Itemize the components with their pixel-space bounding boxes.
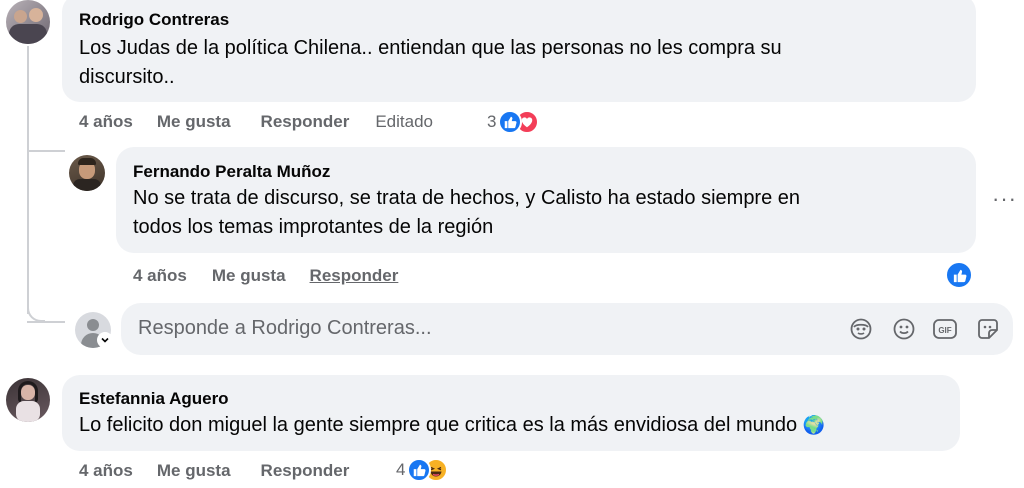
reply-button[interactable]: Responder <box>261 112 350 132</box>
thread-curve <box>27 290 45 322</box>
avatar-rodrigo[interactable] <box>6 0 50 44</box>
like-button[interactable]: Me gusta <box>212 266 286 286</box>
comment-author[interactable]: Fernando Peralta Muñoz <box>133 161 330 183</box>
avatar-estefannia[interactable] <box>6 378 50 422</box>
avatar-fernando[interactable] <box>69 155 105 191</box>
reply-button[interactable]: Responder <box>310 266 399 286</box>
comment-author[interactable]: Rodrigo Contreras <box>79 9 229 31</box>
comment-timestamp[interactable]: 4 años <box>79 112 133 132</box>
avatar-sticker-icon[interactable] <box>848 316 874 342</box>
comment-text: Lo felicito don miguel la gente siempre … <box>79 411 825 440</box>
emoji-icon[interactable] <box>891 316 917 342</box>
comment-text: todos los temas improtantes de la región <box>133 216 494 238</box>
comment-actions: 4 años Me gusta Responder <box>79 461 379 481</box>
thread-branch <box>27 150 65 152</box>
gif-icon[interactable]: GIF <box>932 316 958 342</box>
comment-bubble: Fernando Peralta Muñoz No se trata de di… <box>116 147 976 253</box>
comment-timestamp[interactable]: 4 años <box>79 461 133 481</box>
comment-text: No se trata de discurso, se trata de hec… <box>133 187 801 209</box>
edited-label[interactable]: Editado <box>375 112 433 132</box>
reply-button[interactable]: Responder <box>261 461 350 481</box>
reaction-count: 4 <box>396 460 406 479</box>
thread-branch <box>27 321 65 323</box>
reply-input[interactable]: Responde a Rodrigo Contreras... GIF <box>121 303 1013 355</box>
comment-timestamp[interactable]: 4 años <box>133 266 187 286</box>
reply-input-placeholder: Responde a Rodrigo Contreras... <box>138 317 432 339</box>
comment-text: Los Judas de la política Chilena.. entie… <box>79 37 782 59</box>
more-options-button[interactable]: ··· <box>992 186 1017 212</box>
reaction-summary[interactable]: 4 <box>396 458 449 482</box>
reaction-count: 3 <box>487 112 497 131</box>
comment-bubble: Estefannia Aguero Lo felicito don miguel… <box>62 375 960 451</box>
sticker-icon[interactable] <box>975 316 1001 342</box>
chevron-down-icon[interactable] <box>97 332 113 348</box>
like-button[interactable]: Me gusta <box>157 112 231 132</box>
comment-text: discursito.. <box>79 66 175 88</box>
comment-bubble: Rodrigo Contreras Los Judas de la políti… <box>62 0 976 102</box>
like-icon <box>945 261 973 289</box>
globe-emoji: 🌍 <box>802 415 826 435</box>
reaction-summary[interactable]: 3 <box>487 110 540 134</box>
comment-actions: 4 años Me gusta Responder Editado <box>79 112 465 132</box>
comment-actions: 4 años Me gusta Responder <box>133 266 430 286</box>
comment-text-body: Lo felicito don miguel la gente siempre … <box>79 414 798 436</box>
reaction-summary[interactable] <box>945 261 973 289</box>
thread-line <box>27 46 29 314</box>
svg-text:GIF: GIF <box>938 326 951 335</box>
comment-author[interactable]: Estefannia Aguero <box>79 388 229 410</box>
like-button[interactable]: Me gusta <box>157 461 231 481</box>
